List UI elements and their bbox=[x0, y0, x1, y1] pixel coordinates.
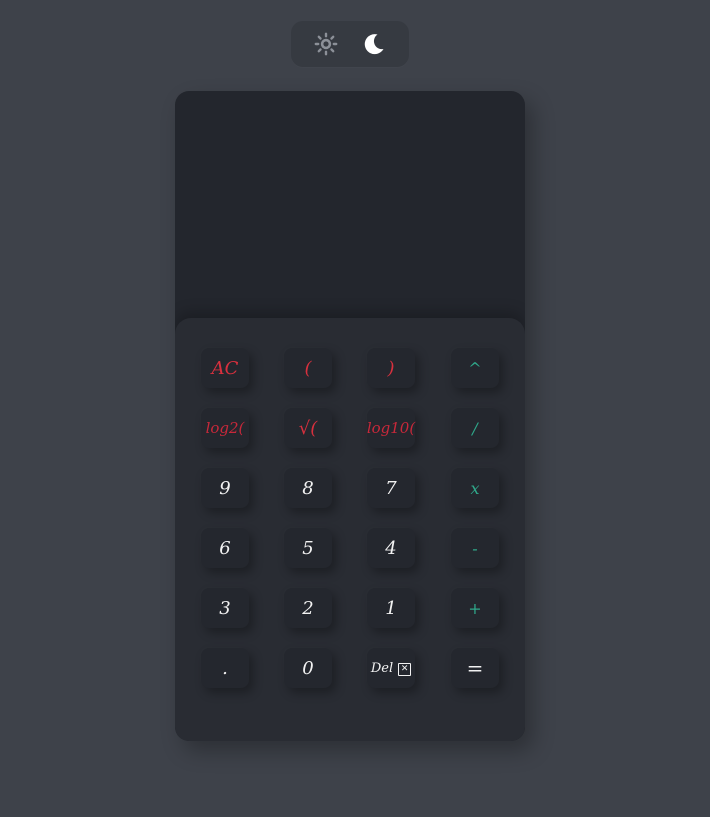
theme-switch bbox=[291, 21, 409, 67]
subtract-key[interactable]: - bbox=[451, 528, 499, 568]
add-key[interactable]: + bbox=[451, 588, 499, 628]
digit-0-key-label: 0 bbox=[302, 657, 314, 679]
digit-8-key-label: 8 bbox=[302, 477, 314, 499]
divide-key-label: / bbox=[472, 418, 478, 438]
digit-4-key-label: 4 bbox=[385, 537, 397, 559]
moon-icon bbox=[364, 34, 384, 55]
sqrt-key-label: √( bbox=[298, 417, 318, 439]
equals-key[interactable]: = bbox=[451, 648, 499, 688]
multiply-key-label: x bbox=[470, 478, 480, 498]
decimal-key-label: . bbox=[222, 657, 228, 679]
digit-8-key[interactable]: 8 bbox=[284, 468, 332, 508]
divide-key[interactable]: / bbox=[451, 408, 499, 448]
all-clear-key[interactable]: AC bbox=[201, 348, 249, 388]
digit-6-key[interactable]: 6 bbox=[201, 528, 249, 568]
sun-icon bbox=[314, 32, 338, 56]
equals-key-label: = bbox=[466, 656, 484, 680]
keypad: AC () ^ log2( √( log10( / 9 8 7 x 6 5 4 - 3 2 1 +. 0 Del ✕ = bbox=[175, 318, 525, 741]
log10-key[interactable]: log10( bbox=[367, 408, 415, 448]
display-screen bbox=[175, 91, 525, 319]
page: AC () ^ log2( √( log10( / 9 8 7 x 6 5 4 - 3 2 1 +. 0 Del ✕ = bbox=[0, 0, 710, 817]
digit-3-key-label: 3 bbox=[219, 597, 231, 619]
log10-key-label: log10( bbox=[366, 419, 416, 437]
multiply-key[interactable]: x bbox=[451, 468, 499, 508]
power-key[interactable]: ^ bbox=[451, 348, 499, 388]
open-paren-key[interactable]: ( bbox=[284, 348, 332, 388]
dark-theme-button[interactable] bbox=[361, 31, 387, 57]
close-paren-key[interactable]: ) bbox=[367, 348, 415, 388]
sqrt-key[interactable]: √( bbox=[284, 408, 332, 448]
light-theme-button[interactable] bbox=[313, 31, 339, 57]
log2-key[interactable]: log2( bbox=[201, 408, 249, 448]
delete-key-label: Del bbox=[370, 660, 394, 676]
power-key-label: ^ bbox=[468, 358, 482, 378]
digit-4-key[interactable]: 4 bbox=[367, 528, 415, 568]
open-paren-key-label: ( bbox=[304, 357, 312, 379]
digit-7-key-label: 7 bbox=[385, 477, 397, 499]
digit-6-key-label: 6 bbox=[219, 537, 231, 559]
digit-2-key-label: 2 bbox=[302, 597, 314, 619]
all-clear-key-label: AC bbox=[211, 357, 239, 379]
log2-key-label: log2( bbox=[205, 419, 245, 437]
delete-key[interactable]: Del ✕ bbox=[367, 648, 415, 688]
subtract-key-label: - bbox=[472, 538, 478, 558]
digit-1-key-label: 1 bbox=[385, 597, 397, 619]
decimal-key[interactable]: . bbox=[201, 648, 249, 688]
digit-0-key[interactable]: 0 bbox=[284, 648, 332, 688]
digit-2-key[interactable]: 2 bbox=[284, 588, 332, 628]
digit-1-key[interactable]: 1 bbox=[367, 588, 415, 628]
add-key-label: + bbox=[468, 598, 482, 618]
digit-5-key[interactable]: 5 bbox=[284, 528, 332, 568]
digit-9-key-label: 9 bbox=[219, 477, 231, 499]
close-paren-key-label: ) bbox=[387, 357, 395, 379]
digit-7-key[interactable]: 7 bbox=[367, 468, 415, 508]
calculator: AC () ^ log2( √( log10( / 9 8 7 x 6 5 4 - 3 2 1 +. 0 Del ✕ = bbox=[175, 91, 525, 741]
digit-5-key-label: 5 bbox=[302, 537, 314, 559]
digit-9-key[interactable]: 9 bbox=[201, 468, 249, 508]
backspace-icon: ✕ bbox=[398, 662, 412, 676]
digit-3-key[interactable]: 3 bbox=[201, 588, 249, 628]
